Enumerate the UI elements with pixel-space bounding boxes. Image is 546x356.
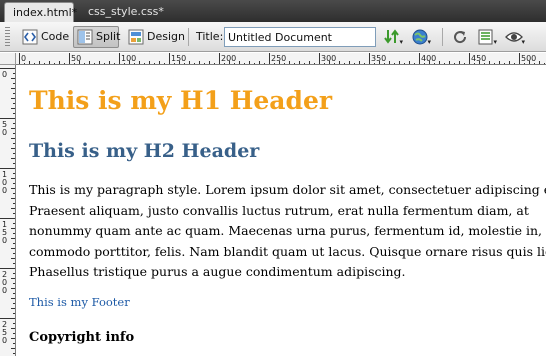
ruler-label: 500 xyxy=(521,54,536,63)
ruler-label: 200 xyxy=(221,54,236,63)
ruler-label: 450 xyxy=(471,54,486,63)
code-view-button[interactable]: Code xyxy=(18,26,70,48)
vertical-ruler: 050100150200250 xyxy=(0,65,16,356)
design-view-canvas[interactable]: This is my H1 Header This is my H2 Heade… xyxy=(17,66,546,356)
split-view-icon xyxy=(77,29,93,45)
ruler-label: 250 xyxy=(271,54,286,63)
document-copyright[interactable]: Copyright info xyxy=(29,330,134,345)
ruler-label: 100 xyxy=(121,54,136,63)
view-options-icon[interactable]: ▾ xyxy=(476,27,497,47)
code-view-label: Code xyxy=(41,30,70,43)
ruler-label: 400 xyxy=(421,54,436,63)
horizontal-ruler: 0 50 100 150 200 250 300 350 400 450 500 xyxy=(16,53,546,65)
ruler-label: 0 xyxy=(2,286,7,295)
document-title-input[interactable] xyxy=(224,27,376,47)
file-transfer-icon[interactable]: ▾ xyxy=(382,27,403,47)
tab-css-style[interactable]: css_style.css* xyxy=(80,2,172,22)
document-toolbar: Code Split Design Title: Untitled Docume… xyxy=(0,22,546,52)
ruler-label: 350 xyxy=(371,54,386,63)
ruler-label: 0 xyxy=(2,336,7,345)
toolbar-separator xyxy=(442,28,443,46)
code-view-icon xyxy=(22,29,38,45)
ruler-label: 150 xyxy=(171,54,186,63)
document-h1[interactable]: This is my H1 Header xyxy=(29,86,332,116)
design-view-label: Design xyxy=(147,30,185,43)
design-view-button[interactable]: Design xyxy=(124,26,185,48)
toolbar-separator xyxy=(188,28,189,46)
document-footer[interactable]: This is my Footer xyxy=(29,295,130,309)
ruler-label: 300 xyxy=(321,54,336,63)
document-tab-bar: index.html* css_style.css* xyxy=(0,0,546,22)
visual-aids-icon[interactable]: ▾ xyxy=(504,27,525,47)
ruler-label: 50 xyxy=(71,54,81,63)
toolbar-grip[interactable] xyxy=(5,27,10,47)
ruler-label: 0 xyxy=(21,54,26,63)
ruler-origin[interactable] xyxy=(0,53,16,65)
design-view-icon xyxy=(128,29,144,45)
ruler-label: 0 xyxy=(2,70,7,79)
document-h2[interactable]: This is my H2 Header xyxy=(29,139,259,163)
ruler-label: 0 xyxy=(2,186,7,195)
split-view-label: Split xyxy=(96,30,121,43)
ruler-label: 0 xyxy=(2,236,7,245)
refresh-icon[interactable] xyxy=(450,27,470,47)
browser-preview-icon[interactable]: ▾ xyxy=(410,27,431,47)
title-label: Title: xyxy=(196,30,224,43)
tab-index-html[interactable]: index.html* xyxy=(4,2,77,22)
ruler-label: 0 xyxy=(2,128,7,137)
document-paragraph[interactable]: This is my paragraph style. Lorem ipsum … xyxy=(29,180,546,283)
split-view-button[interactable]: Split xyxy=(73,26,121,48)
